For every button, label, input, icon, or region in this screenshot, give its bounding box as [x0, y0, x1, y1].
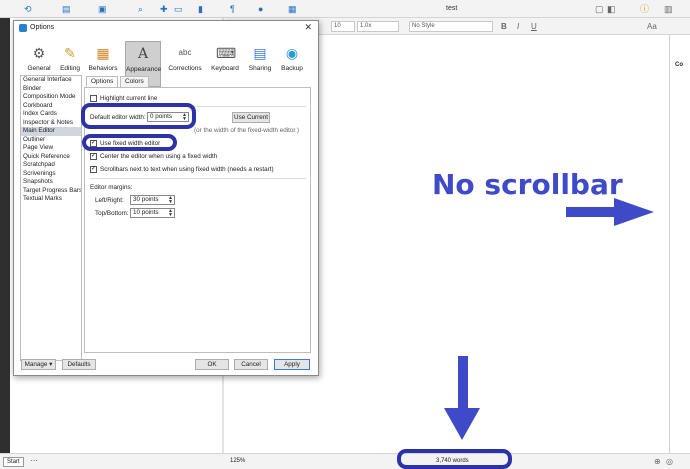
- top-bottom-value: 10 points: [133, 209, 159, 216]
- category-label: Appearance: [126, 66, 162, 73]
- sidebar-item-scratchpad[interactable]: Scratchpad: [21, 161, 81, 170]
- sidebar-item-scrivenings[interactable]: Scrivenings: [21, 170, 81, 179]
- tab-options[interactable]: Options: [86, 76, 119, 87]
- keyboard-icon: ⌨: [216, 45, 237, 61]
- manage-button[interactable]: Manage ▾: [21, 359, 56, 370]
- word-count-highlight: [397, 449, 512, 469]
- sidebar-item-composition-mode[interactable]: Composition Mode: [21, 93, 81, 102]
- category-label: Keyboard: [211, 65, 239, 72]
- sidebar-item-index-cards[interactable]: Index Cards: [21, 110, 81, 119]
- cancel-button[interactable]: Cancel: [234, 359, 268, 370]
- down-arrow-icon: [444, 356, 480, 440]
- backup-icon: ◉: [285, 45, 299, 61]
- appearance-icon: A: [137, 46, 149, 62]
- sidebar-item-binder[interactable]: Binder: [21, 85, 81, 94]
- highlight-line-label: Highlight current line: [100, 95, 158, 102]
- options-dialog: Options ✕ ⚙ General ✎ Editing ▦ Behavior…: [13, 20, 319, 376]
- spinner-arrows-icon[interactable]: ▲ ▼: [168, 209, 173, 218]
- fixed-width-highlight: [82, 134, 177, 151]
- sidebar-item-general-interface[interactable]: General Interface: [21, 76, 81, 85]
- left-right-value: 30 points: [133, 196, 159, 203]
- abc-icon: abc: [178, 48, 192, 57]
- sidebar-item-snapshots[interactable]: Snapshots: [21, 178, 81, 187]
- right-arrow-icon: [566, 198, 654, 226]
- gear-icon: ⚙: [32, 45, 46, 61]
- sidebar-item-textual-marks[interactable]: Textual Marks: [21, 195, 81, 204]
- defaults-button[interactable]: Defaults: [62, 359, 96, 370]
- category-label: Corrections: [168, 65, 202, 72]
- sidebar-item-outliner[interactable]: Outliner: [21, 136, 81, 145]
- left-right-spinner[interactable]: 30 points ▲ ▼: [130, 195, 175, 205]
- category-backup[interactable]: ◉ Backup: [274, 41, 310, 87]
- top-bottom-label: Top/Bottom:: [95, 210, 129, 217]
- scrollbars-checkbox[interactable]: ✓: [90, 166, 97, 173]
- sidebar-item-target-progress-bars[interactable]: Target Progress Bars: [21, 187, 81, 196]
- category-label: Behaviors: [88, 65, 118, 72]
- close-icon[interactable]: ✕: [304, 22, 312, 33]
- top-bottom-spinner[interactable]: 10 points ▲ ▼: [130, 208, 175, 218]
- sidebar-item-inspector-notes[interactable]: Inspector & Notes: [21, 119, 81, 128]
- category-label: Editing: [60, 65, 80, 72]
- center-editor-label: Center the editor when using a fixed wid…: [100, 153, 218, 160]
- left-right-label: Left/Right:: [95, 197, 124, 204]
- apply-button[interactable]: Apply: [274, 359, 310, 370]
- category-corrections[interactable]: abc Corrections: [167, 41, 203, 87]
- scrollbars-label: Scrollbars next to text when using fixed…: [100, 166, 274, 173]
- sidebar-item-page-view[interactable]: Page View: [21, 144, 81, 153]
- dialog-title: Options: [30, 24, 55, 31]
- width-note: (or the width of the fixed-width editor.…: [194, 127, 299, 134]
- margins-label: Editor margins:: [90, 184, 133, 191]
- options-sidebar: General Interface Binder Composition Mod…: [20, 75, 82, 361]
- cubes-icon: ▦: [96, 45, 110, 61]
- ok-button[interactable]: OK: [195, 359, 229, 370]
- highlight-line-checkbox[interactable]: [90, 95, 97, 102]
- default-width-highlight: [81, 103, 196, 129]
- app-icon: [19, 24, 27, 32]
- sidebar-item-main-editor[interactable]: Main Editor: [21, 127, 81, 136]
- center-editor-checkbox[interactable]: ✓: [90, 153, 97, 160]
- category-label: Sharing: [248, 65, 272, 72]
- category-label: Backup: [281, 65, 303, 72]
- sharing-icon: ▤: [253, 45, 267, 61]
- dialog-titlebar: Options ✕: [14, 21, 318, 35]
- use-current-button[interactable]: Use Current: [232, 112, 270, 123]
- divider: [90, 178, 306, 179]
- sidebar-item-corkboard[interactable]: Corkboard: [21, 102, 81, 111]
- pencil-icon: ✎: [64, 45, 76, 61]
- tab-colors[interactable]: Colors: [120, 76, 149, 87]
- category-sharing[interactable]: ▤ Sharing: [242, 41, 278, 87]
- spinner-arrows-icon[interactable]: ▲ ▼: [168, 196, 173, 205]
- sidebar-item-quick-reference[interactable]: Quick Reference: [21, 153, 81, 162]
- category-keyboard[interactable]: ⌨ Keyboard: [207, 41, 243, 87]
